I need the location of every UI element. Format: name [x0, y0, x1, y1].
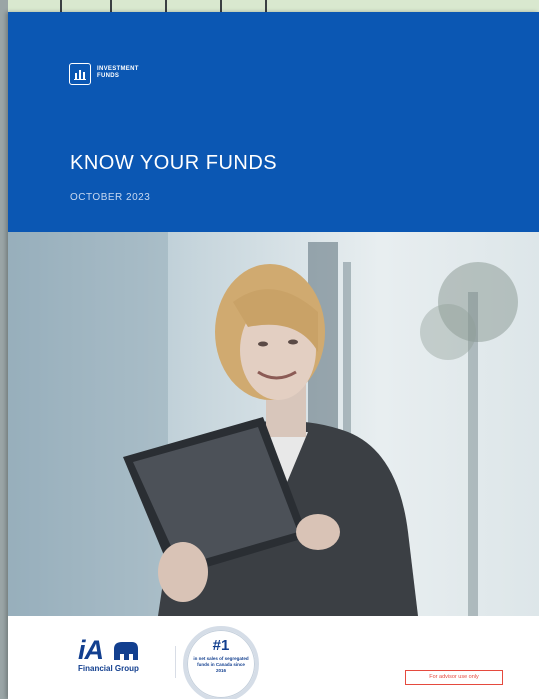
footer-divider — [175, 646, 176, 678]
seal-text: in net sales of segregated funds in Cana… — [193, 656, 249, 673]
background-beam — [220, 0, 222, 12]
background-beam — [110, 0, 112, 12]
woman-with-tablet-illustration — [8, 232, 518, 616]
background-beam — [265, 0, 267, 12]
bar-chart-icon — [69, 63, 91, 85]
brand-label: INVESTMENT FUNDS — [97, 66, 139, 80]
award-seal: #1 in net sales of segregated funds in C… — [183, 626, 259, 699]
cover-photo — [8, 232, 539, 616]
background-rail — [0, 0, 8, 699]
logo-letters: iA — [78, 635, 104, 665]
seal-rank: #1 — [212, 637, 230, 654]
background-beam — [165, 0, 167, 12]
logo-subtitle: Financial Group — [78, 664, 139, 673]
footer: iA Financial Group #1 in net sales of se… — [8, 616, 539, 699]
elephant-icon — [114, 642, 138, 660]
brochure-cover: INVESTMENT FUNDS KNOW YOUR FUNDS OCTOBER… — [8, 12, 539, 699]
brand-line-1: INVESTMENT — [97, 66, 139, 72]
background-beam — [60, 0, 62, 12]
advisor-use-badge: For advisor use only — [405, 670, 503, 685]
publication-date: OCTOBER 2023 — [70, 192, 151, 203]
header-banner: INVESTMENT FUNDS KNOW YOUR FUNDS OCTOBER… — [8, 12, 539, 232]
brand-line-2: FUNDS — [97, 73, 120, 79]
page-title: KNOW YOUR FUNDS — [70, 152, 278, 174]
ia-financial-group-logo: iA Financial Group — [78, 636, 168, 680]
